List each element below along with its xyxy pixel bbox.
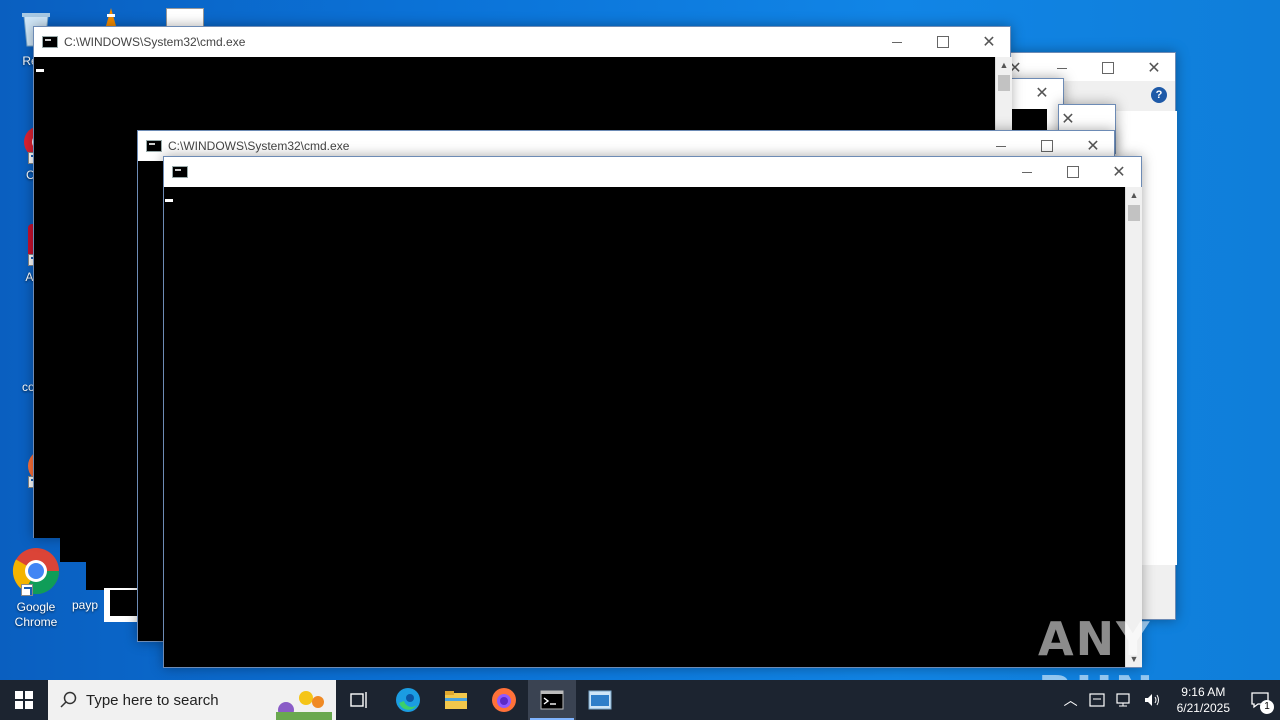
scroll-thumb[interactable] — [998, 75, 1010, 91]
cmd-window-front[interactable]: ✕ ▲ ▼ — [163, 156, 1142, 668]
text-cursor — [165, 199, 173, 202]
chrome-icon — [11, 546, 61, 596]
volume-icon[interactable] — [1143, 692, 1163, 708]
taskbar-edge[interactable] — [384, 680, 432, 720]
clock-time: 9:16 AM — [1181, 685, 1226, 699]
close-button[interactable]: ✕ — [1131, 53, 1177, 83]
taskbar-cmd[interactable] — [528, 680, 576, 720]
taskbar-search-box[interactable]: Type here to search — [48, 680, 336, 720]
minimize-button[interactable] — [1004, 157, 1050, 187]
shortcut-arrow-icon — [21, 584, 33, 596]
cmd-icon — [540, 690, 564, 710]
system-tray: ︿ 9:16 AM 6/21/2025 1 — [1059, 680, 1280, 720]
close-button[interactable]: ✕ — [966, 27, 1012, 57]
notification-badge: 1 — [1260, 700, 1274, 714]
console-remnant — [86, 538, 138, 590]
close-button[interactable]: ✕ — [1096, 157, 1142, 187]
maximize-button[interactable] — [920, 27, 966, 57]
windows-logo-icon — [15, 691, 33, 709]
window-titlebar[interactable]: ✕ ✕ — [1008, 53, 1177, 83]
help-icon[interactable]: ? — [1151, 87, 1167, 103]
clock-date: 6/21/2025 — [1176, 701, 1230, 715]
security-icon[interactable] — [1087, 692, 1107, 708]
search-placeholder: Type here to search — [86, 691, 219, 709]
cmd-icon — [172, 166, 188, 178]
taskbar: Type here to search ︿ 9:16 AM 6/21/2025 … — [0, 680, 1280, 720]
close-button[interactable]: ✕ — [1045, 105, 1091, 133]
taskbar-clock[interactable]: 9:16 AM 6/21/2025 — [1177, 684, 1230, 716]
firefox-icon — [492, 688, 516, 712]
start-button[interactable] — [0, 680, 48, 720]
maximize-button[interactable] — [1085, 53, 1131, 83]
console-remnant — [110, 590, 138, 616]
taskbar-task-view[interactable] — [336, 680, 384, 720]
taskbar-firefox[interactable] — [480, 680, 528, 720]
scroll-thumb[interactable] — [1128, 205, 1140, 221]
window-title: C:\WINDOWS\System32\cmd.exe — [168, 139, 350, 153]
chevron-up-icon[interactable]: ︿ — [1059, 690, 1083, 710]
desktop-icon-label: Google Chrome — [14, 600, 58, 629]
vlc-icon[interactable] — [104, 6, 118, 28]
window-titlebar[interactable]: C:\WINDOWS\System32\cmd.exe ✕ — [34, 27, 1010, 57]
notification-center-button[interactable]: 1 — [1240, 680, 1280, 720]
window-titlebar[interactable]: ✕ — [164, 157, 1141, 187]
maximize-button[interactable] — [1050, 157, 1096, 187]
vertical-scrollbar[interactable]: ▲ ▼ — [1125, 187, 1142, 667]
console-area[interactable] — [164, 187, 1125, 667]
close-button[interactable]: ✕ — [1019, 79, 1065, 107]
scroll-up-arrow-icon[interactable]: ▲ — [1126, 187, 1142, 203]
text-cursor — [36, 69, 44, 72]
search-highlight-image — [276, 691, 332, 720]
task-view-icon — [350, 692, 367, 708]
file-explorer-icon — [445, 691, 467, 709]
taskbar-control-panel[interactable] — [576, 680, 624, 720]
taskbar-file-explorer[interactable] — [432, 680, 480, 720]
cmd-icon — [146, 140, 162, 152]
control-panel-icon — [588, 690, 612, 710]
minimize-button[interactable] — [874, 27, 920, 57]
search-icon — [60, 691, 77, 708]
cmd-icon — [42, 36, 58, 48]
network-icon[interactable] — [1115, 692, 1135, 708]
edge-icon — [396, 688, 420, 712]
scroll-up-arrow-icon[interactable]: ▲ — [996, 57, 1012, 73]
console-remnant — [60, 538, 86, 562]
window-title: C:\WINDOWS\System32\cmd.exe — [64, 35, 246, 49]
